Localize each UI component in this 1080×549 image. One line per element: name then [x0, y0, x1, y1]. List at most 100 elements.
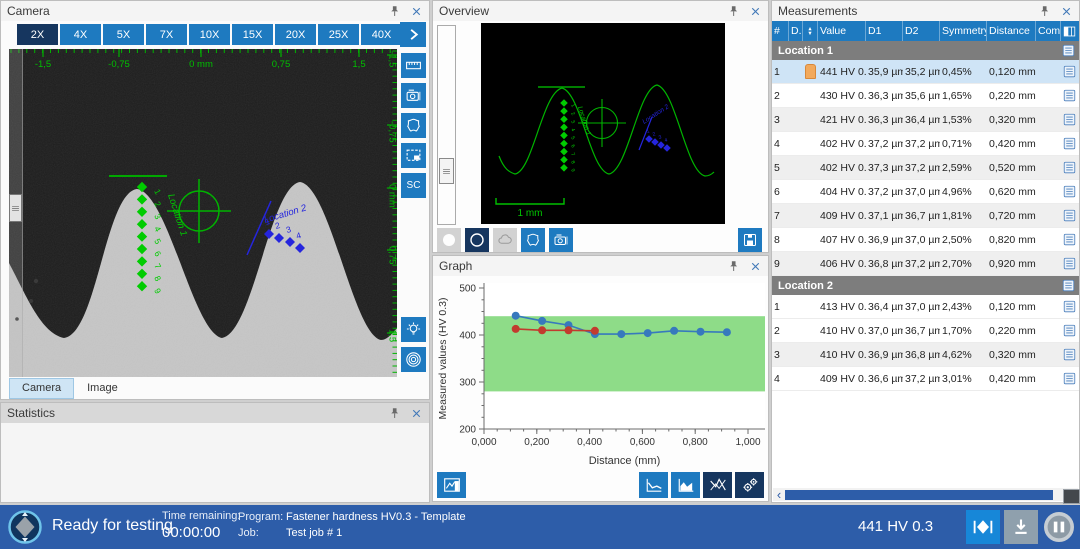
row-details-icon[interactable] [1061, 372, 1080, 385]
column-header-Comme.[interactable]: Comme. [1036, 21, 1061, 41]
measurement-row[interactable]: 7409 HV 0.337,1 µm36,7 µm1,81%0,720 mm [772, 204, 1079, 228]
data-point[interactable] [512, 325, 520, 333]
tool-illumination-button[interactable] [401, 317, 426, 342]
close-icon[interactable] [410, 5, 423, 18]
data-point[interactable] [538, 326, 546, 334]
column-chooser-icon[interactable] [1061, 21, 1080, 41]
tool-line-chart-button[interactable] [639, 472, 668, 498]
tool-contour-button[interactable] [521, 228, 545, 252]
tool-chart-settings-button[interactable] [735, 472, 764, 498]
measurement-row[interactable]: 2410 HV 0.337,0 µm36,7 µm1,70%0,220 mm [772, 319, 1079, 343]
row-details-icon[interactable] [1061, 209, 1080, 222]
data-point[interactable] [617, 330, 625, 338]
column-header-D...[interactable]: D... [789, 21, 803, 41]
start-measurement-button[interactable] [966, 510, 1000, 544]
overview-map[interactable]: 123456789Location 1 1234Location 2 1 mm [481, 23, 725, 224]
row-details-icon[interactable] [1061, 348, 1080, 361]
magnification-10x-button[interactable]: 10X [189, 24, 230, 45]
tool-autofocus-button[interactable] [401, 347, 426, 372]
magnification-2x-button[interactable]: 2X [17, 24, 58, 45]
magnification-7x-button[interactable]: 7X [146, 24, 187, 45]
pin-icon[interactable] [727, 5, 740, 18]
measurement-row[interactable]: 4409 HV 0.336,6 µm37,2 µm3,01%0,420 mm [772, 367, 1079, 391]
column-header-D1[interactable]: D1 [866, 21, 903, 41]
row-details-icon[interactable] [1061, 137, 1080, 150]
group-details-icon[interactable] [1062, 44, 1075, 57]
tab-camera[interactable]: Camera [9, 378, 74, 399]
horizontal-scrollbar[interactable]: ‹ [773, 488, 1078, 501]
row-details-icon[interactable] [1061, 65, 1080, 78]
column-header-#[interactable]: # [772, 21, 789, 41]
tool-snapshot-button[interactable] [549, 228, 573, 252]
tool-ellipse-outline-button[interactable] [465, 228, 489, 252]
magnification-40x-button[interactable]: 40X [361, 24, 402, 45]
pin-icon[interactable] [1038, 5, 1051, 18]
data-point[interactable] [723, 328, 731, 336]
close-icon[interactable] [410, 407, 423, 420]
column-header-Distance[interactable]: Distance [987, 21, 1036, 41]
measurement-row[interactable]: 2430 HV 0.336,3 µm35,6 µm1,65%0,220 mm [772, 84, 1079, 108]
measurement-row[interactable]: 3410 HV 0.336,9 µm36,8 µm4,62%0,320 mm [772, 343, 1079, 367]
data-point[interactable] [512, 312, 520, 320]
measurement-row[interactable]: 8407 HV 0.336,9 µm37,0 µm2,50%0,820 mm [772, 228, 1079, 252]
column-header-Value[interactable]: Value [818, 21, 866, 41]
measurement-row[interactable]: 3421 HV 0.336,3 µm36,4 µm1,53%0,320 mm [772, 108, 1079, 132]
tab-image[interactable]: Image [74, 378, 131, 399]
data-point[interactable] [565, 326, 573, 334]
row-details-icon[interactable] [1061, 89, 1080, 102]
row-details-icon[interactable] [1061, 233, 1080, 246]
scrollbar-thumb[interactable] [785, 490, 1053, 500]
row-details-icon[interactable] [1061, 257, 1080, 270]
tool-capture-region-button[interactable] [401, 143, 426, 168]
scroll-left-icon[interactable]: ‹ [773, 488, 785, 501]
group-row[interactable]: Location 2 [772, 276, 1079, 295]
camera-live-image[interactable]: -1,5-0,750 mm0,751,5 -1,5-0,750 mm0,751,… [9, 49, 397, 377]
lower-indenter-button[interactable] [1004, 510, 1038, 544]
tool-save-image-button[interactable] [738, 228, 762, 252]
magnification-4x-button[interactable]: 4X [60, 24, 101, 45]
measurement-row[interactable]: 4402 HV 0.337,2 µm37,2 µm0,71%0,420 mm [772, 132, 1079, 156]
magnification-15x-button[interactable]: 15X [232, 24, 273, 45]
measurement-row[interactable]: 1441 HV 0.335,9 µm35,2 µm0,45%0,120 mm [772, 60, 1079, 84]
pause-button[interactable] [1042, 510, 1076, 544]
tool-sc-button[interactable]: SC [401, 173, 426, 198]
measurement-row[interactable]: 5402 HV 0.337,3 µm37,2 µm2,59%0,520 mm [772, 156, 1079, 180]
tool-contour-button[interactable] [401, 113, 426, 138]
close-icon[interactable] [749, 5, 762, 18]
column-header-Symmetry[interactable]: Symmetry [940, 21, 987, 41]
magnification-5x-button[interactable]: 5X [103, 24, 144, 45]
column-header-D2[interactable]: D2 [903, 21, 940, 41]
tool-multi-series-chart-button[interactable] [703, 472, 732, 498]
data-point[interactable] [644, 329, 652, 337]
magnification-25x-button[interactable]: 25X [318, 24, 359, 45]
close-icon[interactable] [1060, 5, 1073, 18]
tool-ruler-button[interactable] [401, 53, 426, 78]
overview-zoom-slider[interactable] [437, 25, 456, 225]
group-row[interactable]: Location 1 [772, 41, 1079, 60]
row-details-icon[interactable] [1061, 300, 1080, 313]
pin-icon[interactable] [727, 260, 740, 273]
data-point[interactable] [697, 328, 705, 336]
overview-slider-handle[interactable] [439, 158, 454, 184]
magnification-20x-button[interactable]: 20X [275, 24, 316, 45]
data-point[interactable] [670, 327, 678, 335]
tool-export-graph-button[interactable] [437, 472, 466, 498]
tool-snapshot-button[interactable] [401, 83, 426, 108]
group-details-icon[interactable] [1062, 279, 1075, 292]
row-details-icon[interactable] [1061, 113, 1080, 126]
pin-icon[interactable] [388, 407, 401, 420]
measurement-row[interactable]: 1413 HV 0.336,4 µm37,0 µm2,43%0,120 mm [772, 295, 1079, 319]
camera-vertical-slider[interactable] [9, 49, 23, 377]
row-details-icon[interactable] [1061, 324, 1080, 337]
indenter-column-icon[interactable] [803, 21, 818, 41]
row-details-icon[interactable] [1061, 161, 1080, 174]
tool-area-chart-button[interactable] [671, 472, 700, 498]
data-point[interactable] [538, 317, 546, 325]
data-point[interactable] [591, 327, 599, 335]
measurement-row[interactable]: 9406 HV 0.336,8 µm37,2 µm2,70%0,920 mm [772, 252, 1079, 276]
measurement-row[interactable]: 6404 HV 0.337,2 µm37,0 µm4,96%0,620 mm [772, 180, 1079, 204]
row-details-icon[interactable] [1061, 185, 1080, 198]
chevron-right-icon[interactable] [400, 22, 426, 47]
camera-slider-handle[interactable] [9, 194, 22, 222]
pin-icon[interactable] [388, 5, 401, 18]
